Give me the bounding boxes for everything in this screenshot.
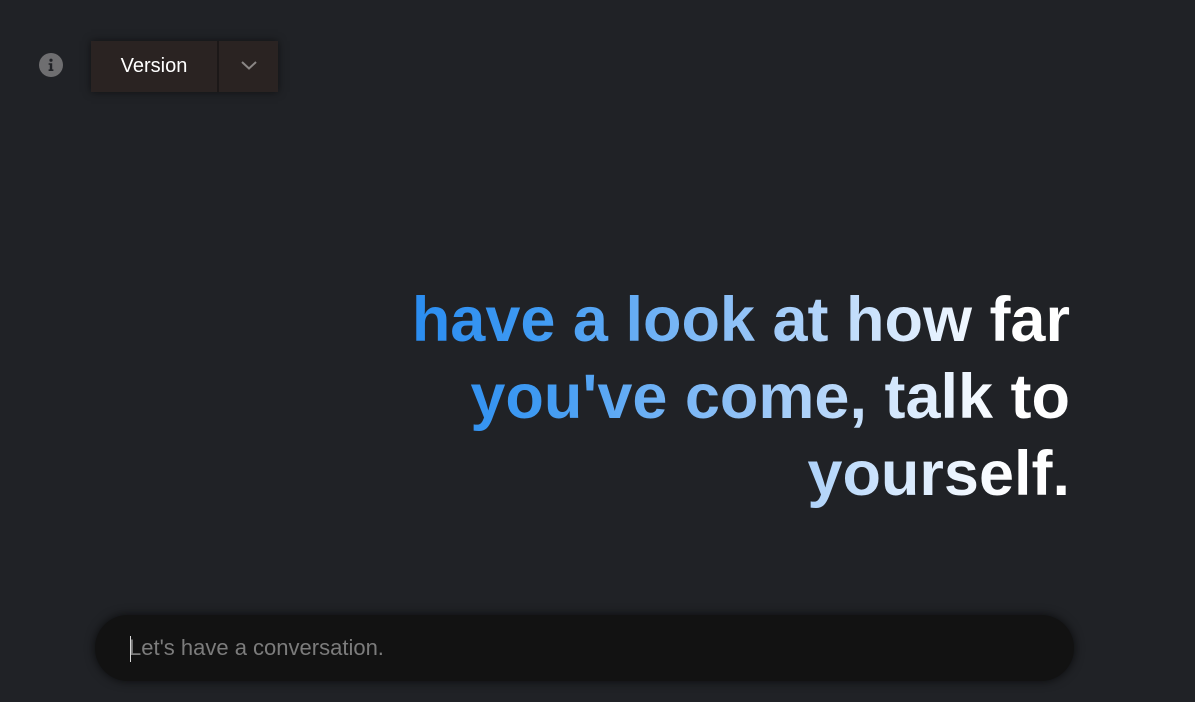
- text-caret: [130, 636, 131, 662]
- hero-headline: have a look at how far you've come, talk…: [310, 282, 1070, 513]
- version-selector: Version: [91, 41, 278, 92]
- info-icon[interactable]: [39, 53, 63, 77]
- chat-bar: [95, 615, 1074, 681]
- version-dropdown-button[interactable]: [219, 41, 278, 92]
- chevron-down-icon: [240, 59, 258, 74]
- version-button[interactable]: Version: [91, 41, 217, 92]
- page: Version have a look at how far you've co…: [0, 0, 1195, 702]
- chat-input[interactable]: [129, 615, 1029, 681]
